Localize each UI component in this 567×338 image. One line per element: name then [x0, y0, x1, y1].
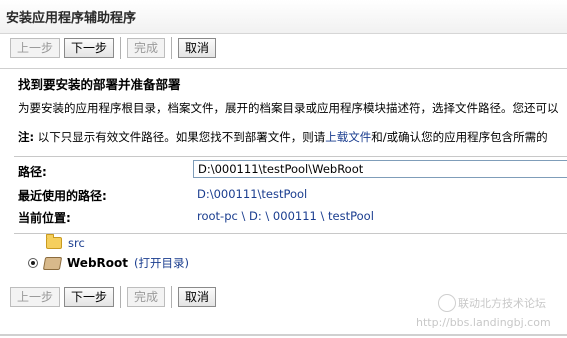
watermark-name: 联动北方技术论坛 [458, 297, 546, 310]
path-label: 路径: [18, 165, 47, 179]
radio-selected-icon[interactable] [28, 258, 38, 268]
tree-item-src[interactable]: src [46, 234, 85, 250]
finish-button[interactable]: 完成 [127, 287, 166, 307]
toolbar-separator [171, 37, 173, 59]
current-location-breadcrumb[interactable]: root-pc \ D: \ 000111 \ testPool [197, 209, 374, 223]
cancel-button[interactable]: 取消 [178, 287, 217, 307]
watermark-logo-icon [438, 294, 456, 312]
back-button[interactable]: 上一步 [10, 287, 61, 307]
tree-item-label: WebRoot [67, 256, 129, 270]
description-text: 为要安装的应用程序根目录，档案文件，展开的档案目录或应用程序模块描述符，选择文件… [18, 101, 559, 115]
note-text-2: 和/或确认您的应用程序包含所需的 [371, 130, 548, 144]
current-location-label: 当前位置: [18, 211, 71, 225]
page-heading: 找到要安装的部署并准备部署 [18, 77, 181, 92]
tree-item-webroot[interactable]: WebRoot (打开目录) [28, 255, 189, 271]
folder-icon [46, 234, 62, 249]
assistant-window: 安装应用程序辅助程序 上一步 下一步 完成 取消 找到要安装的部署并准备部署 为… [0, 0, 567, 336]
window-title: 安装应用程序辅助程序 [0, 0, 567, 34]
note-prefix: 注: [18, 130, 35, 144]
open-folder-icon [42, 256, 63, 270]
toolbar-separator [171, 286, 173, 308]
back-button[interactable]: 上一步 [10, 38, 61, 58]
upload-file-link[interactable]: 上载文件 [325, 130, 371, 144]
next-button[interactable]: 下一步 [64, 38, 115, 58]
cancel-button[interactable]: 取消 [178, 38, 217, 58]
watermark: 联动北方技术论坛 http://bbs.landingbj.com [416, 292, 567, 336]
recent-path-label: 最近使用的路径: [18, 189, 107, 203]
toolbar-separator [120, 37, 122, 59]
watermark-url: http://bbs.landingbj.com [416, 316, 551, 329]
bottom-button-bar: 上一步 下一步 完成 取消 [10, 286, 217, 308]
open-directory-link[interactable]: (打开目录) [134, 255, 189, 271]
tree-item-label[interactable]: src [68, 236, 85, 250]
top-button-bar: 上一步 下一步 完成 取消 [10, 37, 217, 59]
next-button[interactable]: 下一步 [64, 287, 115, 307]
note-text-1: 以下只显示有效文件路径。如果您找不到部署文件，则请 [34, 130, 326, 144]
recent-path-link[interactable]: D:\000111\testPool [197, 187, 307, 201]
finish-button[interactable]: 完成 [127, 38, 166, 58]
toolbar-separator [120, 286, 122, 308]
path-input[interactable] [193, 160, 567, 178]
note-text: 注: 以下只显示有效文件路径。如果您找不到部署文件，则请上载文件和/或确认您的应… [18, 129, 548, 145]
